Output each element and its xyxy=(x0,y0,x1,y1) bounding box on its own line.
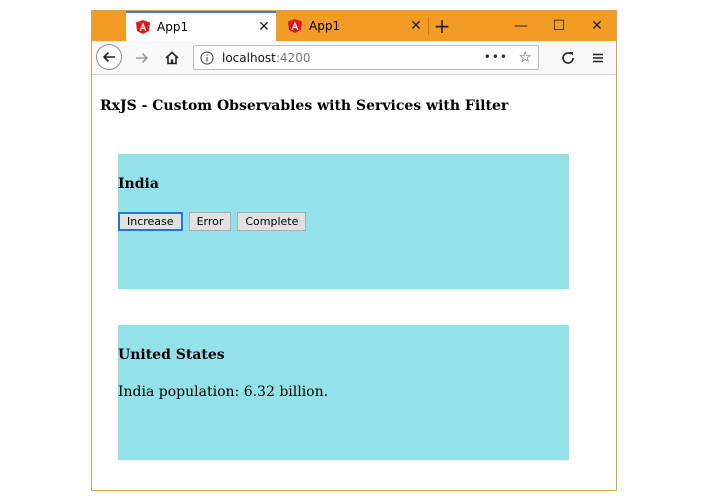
page-actions-icon[interactable]: ••• xyxy=(484,50,508,64)
panel-heading: India xyxy=(118,176,159,192)
reload-button[interactable] xyxy=(556,46,580,70)
tab-separator xyxy=(428,17,429,35)
bookmark-star-icon[interactable]: ☆ xyxy=(519,48,532,66)
forward-button[interactable] xyxy=(130,46,154,70)
new-tab-plus-icon[interactable]: + xyxy=(430,13,454,39)
maximize-icon[interactable]: ☐ xyxy=(540,11,578,41)
navigation-toolbar: localhost:4200 ••• ☆ xyxy=(92,41,616,75)
united-states-panel: United States India population: 6.32 bil… xyxy=(118,325,569,460)
back-arrow-icon xyxy=(102,51,115,63)
angular-icon xyxy=(288,19,302,33)
tab-label: App1 xyxy=(157,20,189,34)
forward-arrow-icon xyxy=(136,52,149,64)
page-title: RxJS - Custom Observables with Services … xyxy=(100,98,509,114)
angular-icon xyxy=(136,20,150,34)
address-bar[interactable]: localhost:4200 ••• ☆ xyxy=(193,45,539,70)
close-icon[interactable]: ✕ xyxy=(404,18,428,34)
home-icon xyxy=(165,51,179,65)
tab-app1[interactable]: App1 ✕ xyxy=(278,11,428,41)
window-close-icon[interactable]: ✕ xyxy=(578,11,616,41)
browser-window: App1 ✕ App1 ✕ + — ☐ ✕ localhost:4200 ••… xyxy=(91,10,617,491)
page-content: RxJS - Custom Observables with Services … xyxy=(92,75,616,490)
increase-button[interactable]: Increase xyxy=(118,212,183,231)
button-row: Increase Error Complete xyxy=(118,212,312,231)
tab-label: App1 xyxy=(309,19,341,33)
reload-icon xyxy=(562,52,574,64)
close-icon[interactable]: ✕ xyxy=(252,19,276,35)
tab-app1-active[interactable]: App1 ✕ xyxy=(126,11,276,41)
india-panel: India Increase Error Complete xyxy=(118,154,569,289)
info-icon[interactable] xyxy=(200,50,214,65)
error-button[interactable]: Error xyxy=(188,212,232,231)
panel-heading: United States xyxy=(118,347,225,363)
back-button[interactable] xyxy=(96,44,122,70)
hamburger-menu-icon xyxy=(593,53,603,63)
title-bar: App1 ✕ App1 ✕ + — ☐ ✕ xyxy=(92,11,616,41)
menu-button[interactable] xyxy=(586,46,610,70)
complete-button[interactable]: Complete xyxy=(237,212,307,231)
minimize-icon[interactable]: — xyxy=(502,11,540,41)
url-host: localhost xyxy=(222,50,276,65)
home-button[interactable] xyxy=(160,46,184,70)
url-port: :4200 xyxy=(275,50,311,65)
population-message: India population: 6.32 billion. xyxy=(118,384,329,400)
